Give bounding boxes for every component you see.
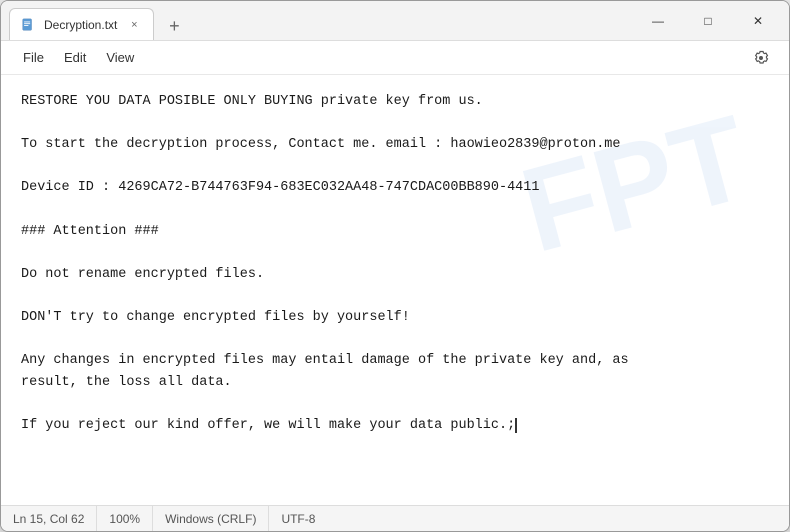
text-line: result, the loss all data.	[21, 372, 769, 394]
notepad-window: Decryption.txt × + — □ ✕ File Edit View …	[0, 0, 790, 532]
text-line: Device ID : 4269CA72-B744763F94-683EC032…	[21, 177, 769, 199]
text-line: Any changes in encrypted files may entai…	[21, 350, 769, 372]
text-editor-content[interactable]: FPT RESTORE YOU DATA POSIBLE ONLY BUYING…	[1, 75, 789, 505]
line-ending: Windows (CRLF)	[153, 506, 269, 531]
status-bar: Ln 15, Col 62 100% Windows (CRLF) UTF-8	[1, 505, 789, 531]
new-tab-button[interactable]: +	[160, 12, 188, 40]
editor-text: RESTORE YOU DATA POSIBLE ONLY BUYING pri…	[21, 91, 769, 437]
active-tab[interactable]: Decryption.txt ×	[9, 8, 154, 40]
tab-area: Decryption.txt × +	[9, 1, 635, 40]
zoom-level: 100%	[97, 506, 153, 531]
tab-close-button[interactable]: ×	[125, 16, 143, 34]
maximize-button[interactable]: □	[685, 5, 731, 37]
menu-edit[interactable]: Edit	[54, 46, 96, 69]
text-line: RESTORE YOU DATA POSIBLE ONLY BUYING pri…	[21, 91, 769, 113]
cursor-position: Ln 15, Col 62	[13, 506, 97, 531]
text-line: Do not rename encrypted files.	[21, 264, 769, 286]
menu-bar: File Edit View	[1, 41, 789, 75]
close-button[interactable]: ✕	[735, 5, 781, 37]
text-line	[21, 329, 769, 351]
menu-file[interactable]: File	[13, 46, 54, 69]
text-line	[21, 242, 769, 264]
menu-view[interactable]: View	[96, 46, 144, 69]
text-line	[21, 199, 769, 221]
text-line: ### Attention ###	[21, 221, 769, 243]
text-line	[21, 393, 769, 415]
text-line	[21, 285, 769, 307]
text-line: If you reject our kind offer, we will ma…	[21, 415, 769, 437]
file-icon	[20, 17, 36, 33]
text-line: DON'T try to change encrypted files by y…	[21, 307, 769, 329]
window-controls: — □ ✕	[635, 5, 781, 37]
minimize-button[interactable]: —	[635, 5, 681, 37]
encoding: UTF-8	[269, 506, 327, 531]
text-line	[21, 156, 769, 178]
title-bar: Decryption.txt × + — □ ✕	[1, 1, 789, 41]
text-line	[21, 113, 769, 135]
settings-button[interactable]	[745, 44, 777, 72]
tab-title: Decryption.txt	[44, 18, 117, 32]
text-line: To start the decryption process, Contact…	[21, 134, 769, 156]
